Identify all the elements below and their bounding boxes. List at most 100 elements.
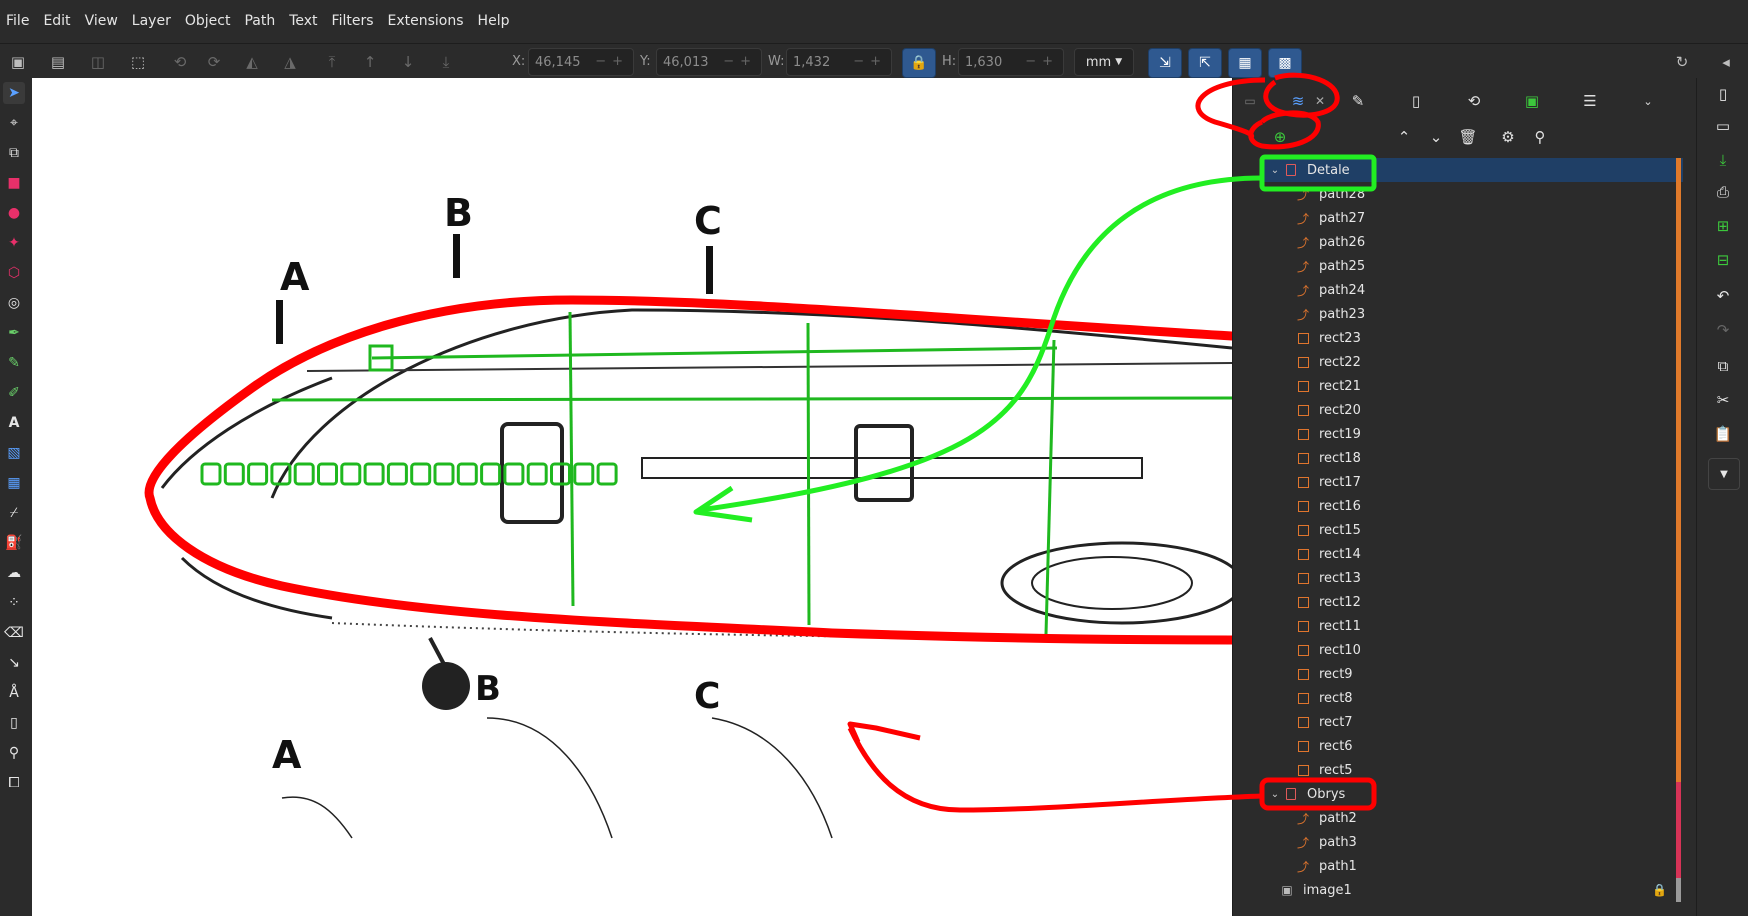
- transform-tab-icon[interactable]: ⟲: [1459, 88, 1489, 114]
- object-row[interactable]: rect11: [1263, 614, 1683, 638]
- unit-select[interactable]: mm ▼: [1074, 48, 1134, 76]
- object-row[interactable]: rect22: [1263, 350, 1683, 374]
- object-row[interactable]: rect19: [1263, 422, 1683, 446]
- lock-icon[interactable]: 🔒: [1652, 883, 1667, 897]
- object-row[interactable]: rect7: [1263, 710, 1683, 734]
- object-row[interactable]: rect21: [1263, 374, 1683, 398]
- expand-chevron-icon[interactable]: ⌄: [1267, 789, 1283, 800]
- rectangle-tool-icon[interactable]: ■: [3, 172, 25, 194]
- pen-tool-icon[interactable]: ✒: [3, 322, 25, 344]
- raise-icon[interactable]: ↑: [356, 48, 384, 76]
- scale-corners-button[interactable]: ⇱: [1188, 48, 1222, 78]
- 3d-box-tool-icon[interactable]: ⬡: [3, 262, 25, 284]
- canvas[interactable]: A B C B C A: [32, 78, 1232, 916]
- rotate-ccw-icon[interactable]: ⟲: [166, 48, 194, 76]
- snap-toggle-icon[interactable]: ↻: [1668, 48, 1696, 76]
- object-row[interactable]: rect15: [1263, 518, 1683, 542]
- object-row[interactable]: ⤴ path1: [1263, 854, 1683, 878]
- document-properties-tab-icon[interactable]: ▯: [1401, 88, 1431, 114]
- object-row[interactable]: rect5: [1263, 758, 1683, 782]
- select-all-icon[interactable]: ▣: [4, 48, 32, 76]
- undo-icon[interactable]: ↶: [1711, 284, 1735, 308]
- mesh-tool-icon[interactable]: ▦: [3, 472, 25, 494]
- close-tab-icon[interactable]: ✕: [1305, 88, 1335, 114]
- object-row[interactable]: rect13: [1263, 566, 1683, 590]
- search-icon[interactable]: ⚲: [1527, 124, 1553, 150]
- paste-icon[interactable]: 📋: [1711, 422, 1735, 446]
- menu-help[interactable]: Help: [471, 0, 517, 43]
- spiral-tool-icon[interactable]: ◎: [3, 292, 25, 314]
- menu-path[interactable]: Path: [237, 0, 282, 43]
- lower-icon[interactable]: ↓: [394, 48, 422, 76]
- y-field[interactable]: −+: [656, 48, 762, 76]
- object-row[interactable]: rect6: [1263, 734, 1683, 758]
- menu-edit[interactable]: Edit: [36, 0, 77, 43]
- object-row[interactable]: rect9: [1263, 662, 1683, 686]
- open-file-icon[interactable]: ▭: [1711, 114, 1735, 138]
- lpe-tool-icon[interactable]: Å: [3, 682, 25, 704]
- panel-dock-icon[interactable]: ▭: [1235, 88, 1265, 114]
- paint-bucket-icon[interactable]: ⛽: [3, 532, 25, 554]
- move-gradients-button[interactable]: ▦: [1228, 48, 1262, 78]
- object-row[interactable]: rect16: [1263, 494, 1683, 518]
- gradient-tool-icon[interactable]: ▧: [3, 442, 25, 464]
- fill-stroke-tab-icon[interactable]: ✎: [1343, 88, 1373, 114]
- menu-file[interactable]: File: [0, 0, 36, 43]
- export-tab-icon[interactable]: ▣: [1517, 88, 1547, 114]
- object-row[interactable]: ⤴ path2: [1263, 806, 1683, 830]
- spray-tool-icon[interactable]: ⁘: [3, 592, 25, 614]
- object-row[interactable]: ⤴ path26: [1263, 230, 1683, 254]
- deselect-icon[interactable]: ◫: [84, 48, 112, 76]
- x-stepper-icon[interactable]: −+: [595, 54, 629, 69]
- pages-tool-icon[interactable]: ▯: [3, 712, 25, 734]
- y-stepper-icon[interactable]: −+: [723, 54, 757, 69]
- layer-row[interactable]: ⌄ Obrys: [1263, 782, 1683, 806]
- x-field[interactable]: −+: [528, 48, 634, 76]
- object-row[interactable]: ⤴ path25: [1263, 254, 1683, 278]
- align-tab-icon[interactable]: ☰: [1575, 88, 1605, 114]
- star-tool-icon[interactable]: ✦: [3, 232, 25, 254]
- import-icon[interactable]: ⊞: [1711, 214, 1735, 238]
- touch-select-icon[interactable]: ⬚: [124, 48, 152, 76]
- menu-layer[interactable]: Layer: [125, 0, 178, 43]
- measure-tool-icon[interactable]: ⧠: [3, 772, 25, 794]
- object-row[interactable]: ⤴ path24: [1263, 278, 1683, 302]
- menu-text[interactable]: Text: [282, 0, 324, 43]
- object-row[interactable]: ⤴ path23: [1263, 302, 1683, 326]
- node-tool-icon[interactable]: ⌖: [3, 112, 25, 134]
- copy-icon[interactable]: ⧉: [1711, 354, 1735, 378]
- object-row[interactable]: rect14: [1263, 542, 1683, 566]
- move-down-icon[interactable]: ⌄: [1423, 124, 1449, 150]
- ellipse-tool-icon[interactable]: ●: [3, 202, 25, 224]
- object-row[interactable]: rect8: [1263, 686, 1683, 710]
- calligraphy-tool-icon[interactable]: ✐: [3, 382, 25, 404]
- expand-chevron-icon[interactable]: ⌄: [1267, 165, 1283, 176]
- scale-stroke-button[interactable]: ⇲: [1148, 48, 1182, 78]
- lower-to-bottom-icon[interactable]: ⤓: [432, 48, 460, 76]
- w-field[interactable]: −+: [786, 48, 892, 76]
- h-field[interactable]: −+: [958, 48, 1064, 76]
- lock-proportions-button[interactable]: 🔒: [902, 48, 936, 78]
- new-document-icon[interactable]: ▯: [1711, 82, 1735, 106]
- move-up-icon[interactable]: ⌃: [1391, 124, 1417, 150]
- w-stepper-icon[interactable]: −+: [853, 54, 887, 69]
- menu-view[interactable]: View: [78, 0, 125, 43]
- redo-icon[interactable]: ↷: [1711, 318, 1735, 342]
- flip-vertical-icon[interactable]: ◮: [276, 48, 304, 76]
- delete-icon[interactable]: 🗑: [1455, 124, 1481, 150]
- zoom-tool-icon[interactable]: ⚲: [3, 742, 25, 764]
- menu-object[interactable]: Object: [178, 0, 238, 43]
- object-row[interactable]: rect12: [1263, 590, 1683, 614]
- object-row[interactable]: ⤴ path27: [1263, 206, 1683, 230]
- flip-horizontal-icon[interactable]: ◭: [238, 48, 266, 76]
- settings-icon[interactable]: ⚙: [1495, 124, 1521, 150]
- object-row[interactable]: ⤴ path28: [1263, 182, 1683, 206]
- object-row[interactable]: rect23: [1263, 326, 1683, 350]
- tweak-tool-icon[interactable]: ☁: [3, 562, 25, 584]
- collapse-panel-icon[interactable]: ◂: [1712, 48, 1740, 76]
- text-tool-icon[interactable]: A: [3, 412, 25, 434]
- menu-filters[interactable]: Filters: [325, 0, 381, 43]
- add-layer-icon[interactable]: ⊕: [1267, 124, 1293, 150]
- pencil-tool-icon[interactable]: ✎: [3, 352, 25, 374]
- move-patterns-button[interactable]: ▩: [1268, 48, 1302, 78]
